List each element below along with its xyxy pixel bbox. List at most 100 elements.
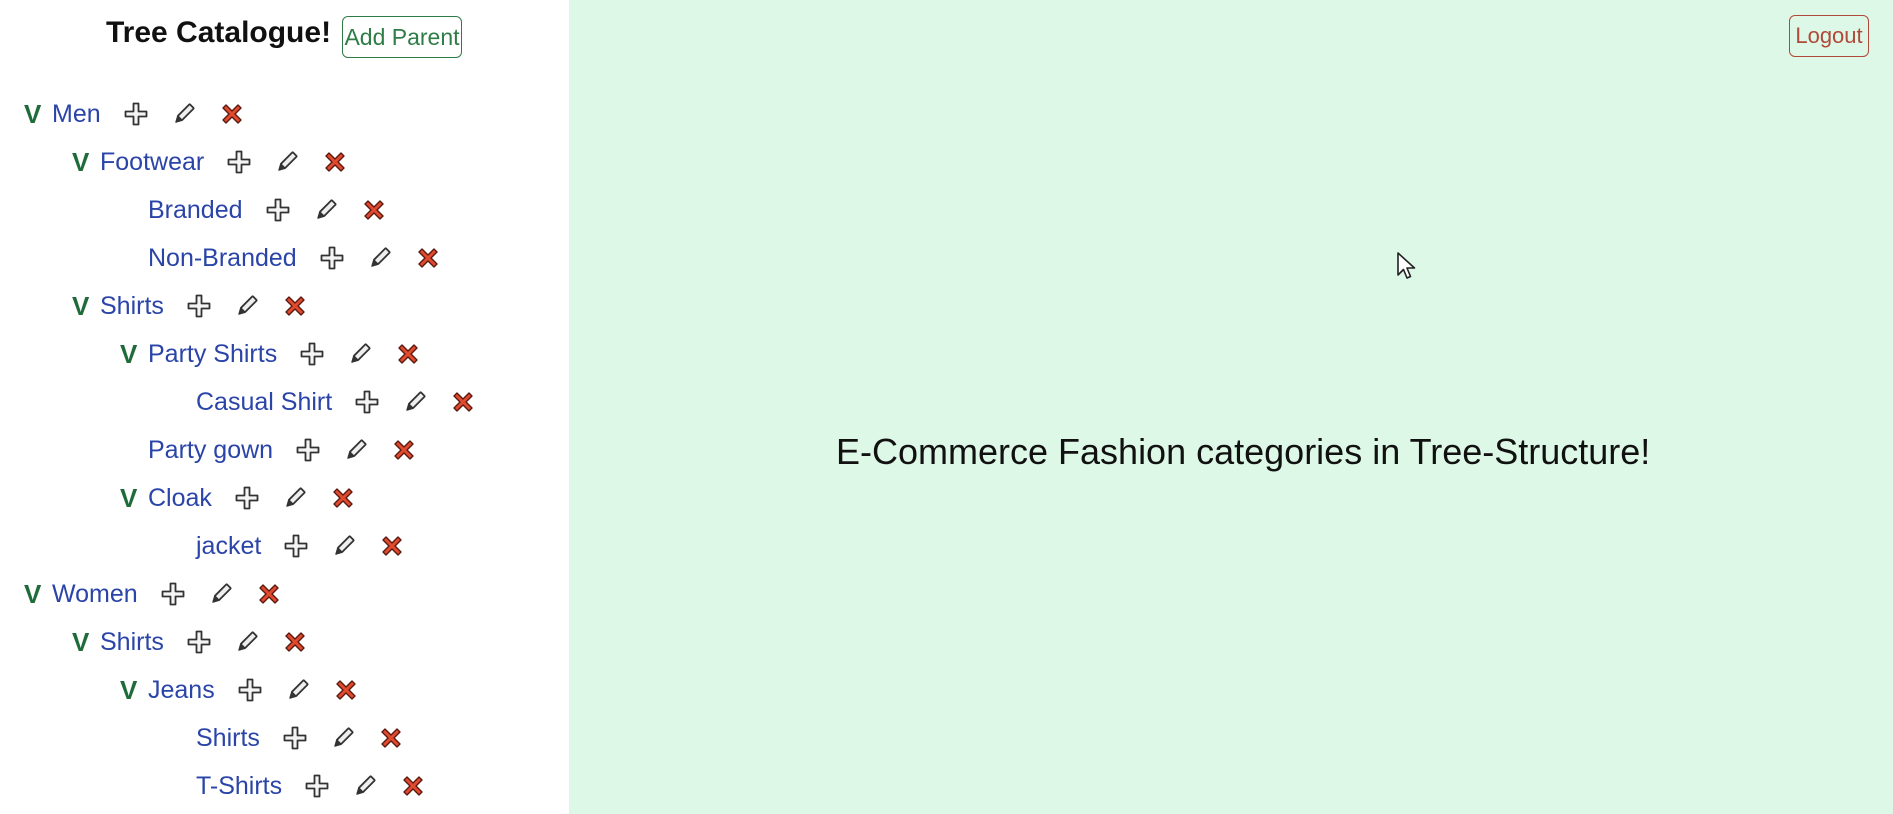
edit-node-button[interactable] bbox=[367, 245, 393, 271]
mouse-cursor-icon bbox=[1397, 252, 1416, 279]
edit-node-button[interactable] bbox=[234, 629, 260, 655]
delete-node-button[interactable] bbox=[378, 725, 404, 751]
plus-icon bbox=[266, 198, 289, 222]
tree-node: V Shirts bbox=[72, 285, 330, 327]
expand-toggle[interactable]: V bbox=[120, 339, 148, 370]
plus-icon bbox=[305, 774, 329, 798]
tree-node-label[interactable]: Non-Branded bbox=[148, 244, 297, 273]
plus-icon bbox=[187, 294, 211, 318]
edit-node-button[interactable] bbox=[352, 773, 378, 799]
close-icon bbox=[403, 776, 423, 796]
add-child-button[interactable] bbox=[226, 149, 252, 175]
tree-node-label[interactable]: Men bbox=[52, 100, 101, 129]
delete-node-button[interactable] bbox=[395, 341, 421, 367]
pencil-icon bbox=[347, 439, 367, 459]
add-child-button[interactable] bbox=[160, 581, 186, 607]
add-child-button[interactable] bbox=[237, 677, 263, 703]
edit-node-button[interactable] bbox=[274, 149, 300, 175]
add-child-button[interactable] bbox=[295, 437, 321, 463]
tree-node: Shirts bbox=[196, 717, 426, 759]
tree-node-label[interactable]: Casual Shirt bbox=[196, 388, 332, 417]
edit-node-button[interactable] bbox=[171, 101, 197, 127]
add-child-button[interactable] bbox=[354, 389, 380, 415]
delete-node-button[interactable] bbox=[391, 437, 417, 463]
edit-node-button[interactable] bbox=[285, 677, 311, 703]
plus-icon bbox=[300, 342, 324, 366]
expand-toggle[interactable]: V bbox=[72, 627, 100, 658]
delete-node-button[interactable] bbox=[379, 533, 405, 559]
add-child-button[interactable] bbox=[282, 725, 308, 751]
edit-node-button[interactable] bbox=[343, 437, 369, 463]
delete-node-button[interactable] bbox=[450, 389, 476, 415]
pencil-icon bbox=[356, 775, 376, 795]
plus-icon bbox=[238, 678, 262, 702]
expand-toggle[interactable]: V bbox=[120, 483, 148, 514]
tree-node-label[interactable]: Shirts bbox=[100, 628, 164, 657]
pencil-icon bbox=[286, 487, 306, 507]
add-child-button[interactable] bbox=[304, 773, 330, 799]
tree-node-label[interactable]: Cloak bbox=[148, 484, 212, 513]
add-child-button[interactable] bbox=[186, 293, 212, 319]
edit-node-button[interactable] bbox=[331, 533, 357, 559]
add-parent-button[interactable]: Add Parent bbox=[342, 16, 462, 58]
plus-icon bbox=[124, 102, 148, 126]
expand-toggle[interactable]: V bbox=[72, 147, 100, 178]
expand-toggle[interactable]: V bbox=[72, 291, 100, 322]
tree-node: V Cloak bbox=[120, 477, 378, 519]
close-icon bbox=[258, 584, 279, 604]
add-child-button[interactable] bbox=[319, 245, 345, 271]
pencil-icon bbox=[238, 631, 258, 651]
expand-toggle[interactable]: V bbox=[120, 675, 148, 706]
delete-node-button[interactable] bbox=[330, 485, 356, 511]
add-child-button[interactable] bbox=[186, 629, 212, 655]
tree-node-label[interactable]: Jeans bbox=[148, 676, 215, 705]
add-child-button[interactable] bbox=[234, 485, 260, 511]
edit-node-button[interactable] bbox=[347, 341, 373, 367]
plus-icon bbox=[227, 150, 251, 174]
edit-node-button[interactable] bbox=[234, 293, 260, 319]
close-icon bbox=[381, 728, 401, 748]
pencil-icon bbox=[238, 295, 258, 315]
logout-button[interactable]: Logout bbox=[1789, 15, 1869, 57]
delete-node-button[interactable] bbox=[322, 149, 348, 175]
add-child-button[interactable] bbox=[283, 533, 309, 559]
expand-toggle[interactable]: V bbox=[24, 99, 52, 130]
tree-node-label[interactable]: T-Shirts bbox=[196, 772, 282, 801]
close-icon bbox=[382, 536, 403, 556]
edit-node-button[interactable] bbox=[402, 389, 428, 415]
expand-toggle[interactable]: V bbox=[24, 579, 52, 610]
delete-node-button[interactable] bbox=[256, 581, 282, 607]
delete-node-button[interactable] bbox=[361, 197, 387, 223]
close-icon bbox=[285, 296, 305, 316]
delete-node-button[interactable] bbox=[415, 245, 441, 271]
tree-node-label[interactable]: Shirts bbox=[100, 292, 164, 321]
tree-node-label[interactable]: Shirts bbox=[196, 724, 260, 753]
add-child-button[interactable] bbox=[123, 101, 149, 127]
tree-node: V Men bbox=[24, 93, 267, 135]
edit-node-button[interactable] bbox=[313, 197, 339, 223]
tree-node-label[interactable]: Party gown bbox=[148, 436, 273, 465]
tree-node-label[interactable]: Party Shirts bbox=[148, 340, 277, 369]
add-child-button[interactable] bbox=[299, 341, 325, 367]
tree-node-label[interactable]: Women bbox=[52, 580, 138, 609]
page-heading: E-Commerce Fashion categories in Tree-St… bbox=[836, 431, 1651, 472]
tree-node-label[interactable]: Branded bbox=[148, 196, 243, 225]
main-panel: Logout E-Commerce Fashion categories in … bbox=[569, 0, 1893, 814]
delete-node-button[interactable] bbox=[219, 101, 245, 127]
delete-node-button[interactable] bbox=[400, 773, 426, 799]
edit-node-button[interactable] bbox=[282, 485, 308, 511]
plus-icon bbox=[283, 726, 307, 750]
delete-node-button[interactable] bbox=[333, 677, 359, 703]
delete-node-button[interactable] bbox=[282, 629, 308, 655]
edit-node-button[interactable] bbox=[208, 581, 234, 607]
pencil-icon bbox=[174, 103, 195, 123]
add-child-button[interactable] bbox=[265, 197, 291, 223]
tree-node-label[interactable]: jacket bbox=[196, 532, 261, 561]
tree-node: V Party Shirts bbox=[120, 333, 443, 375]
pencil-icon bbox=[370, 247, 391, 267]
tree-node-label[interactable]: Footwear bbox=[100, 148, 204, 177]
edit-node-button[interactable] bbox=[330, 725, 356, 751]
tree-node: V Shirts bbox=[72, 621, 330, 663]
delete-node-button[interactable] bbox=[282, 293, 308, 319]
pencil-icon bbox=[351, 343, 371, 363]
